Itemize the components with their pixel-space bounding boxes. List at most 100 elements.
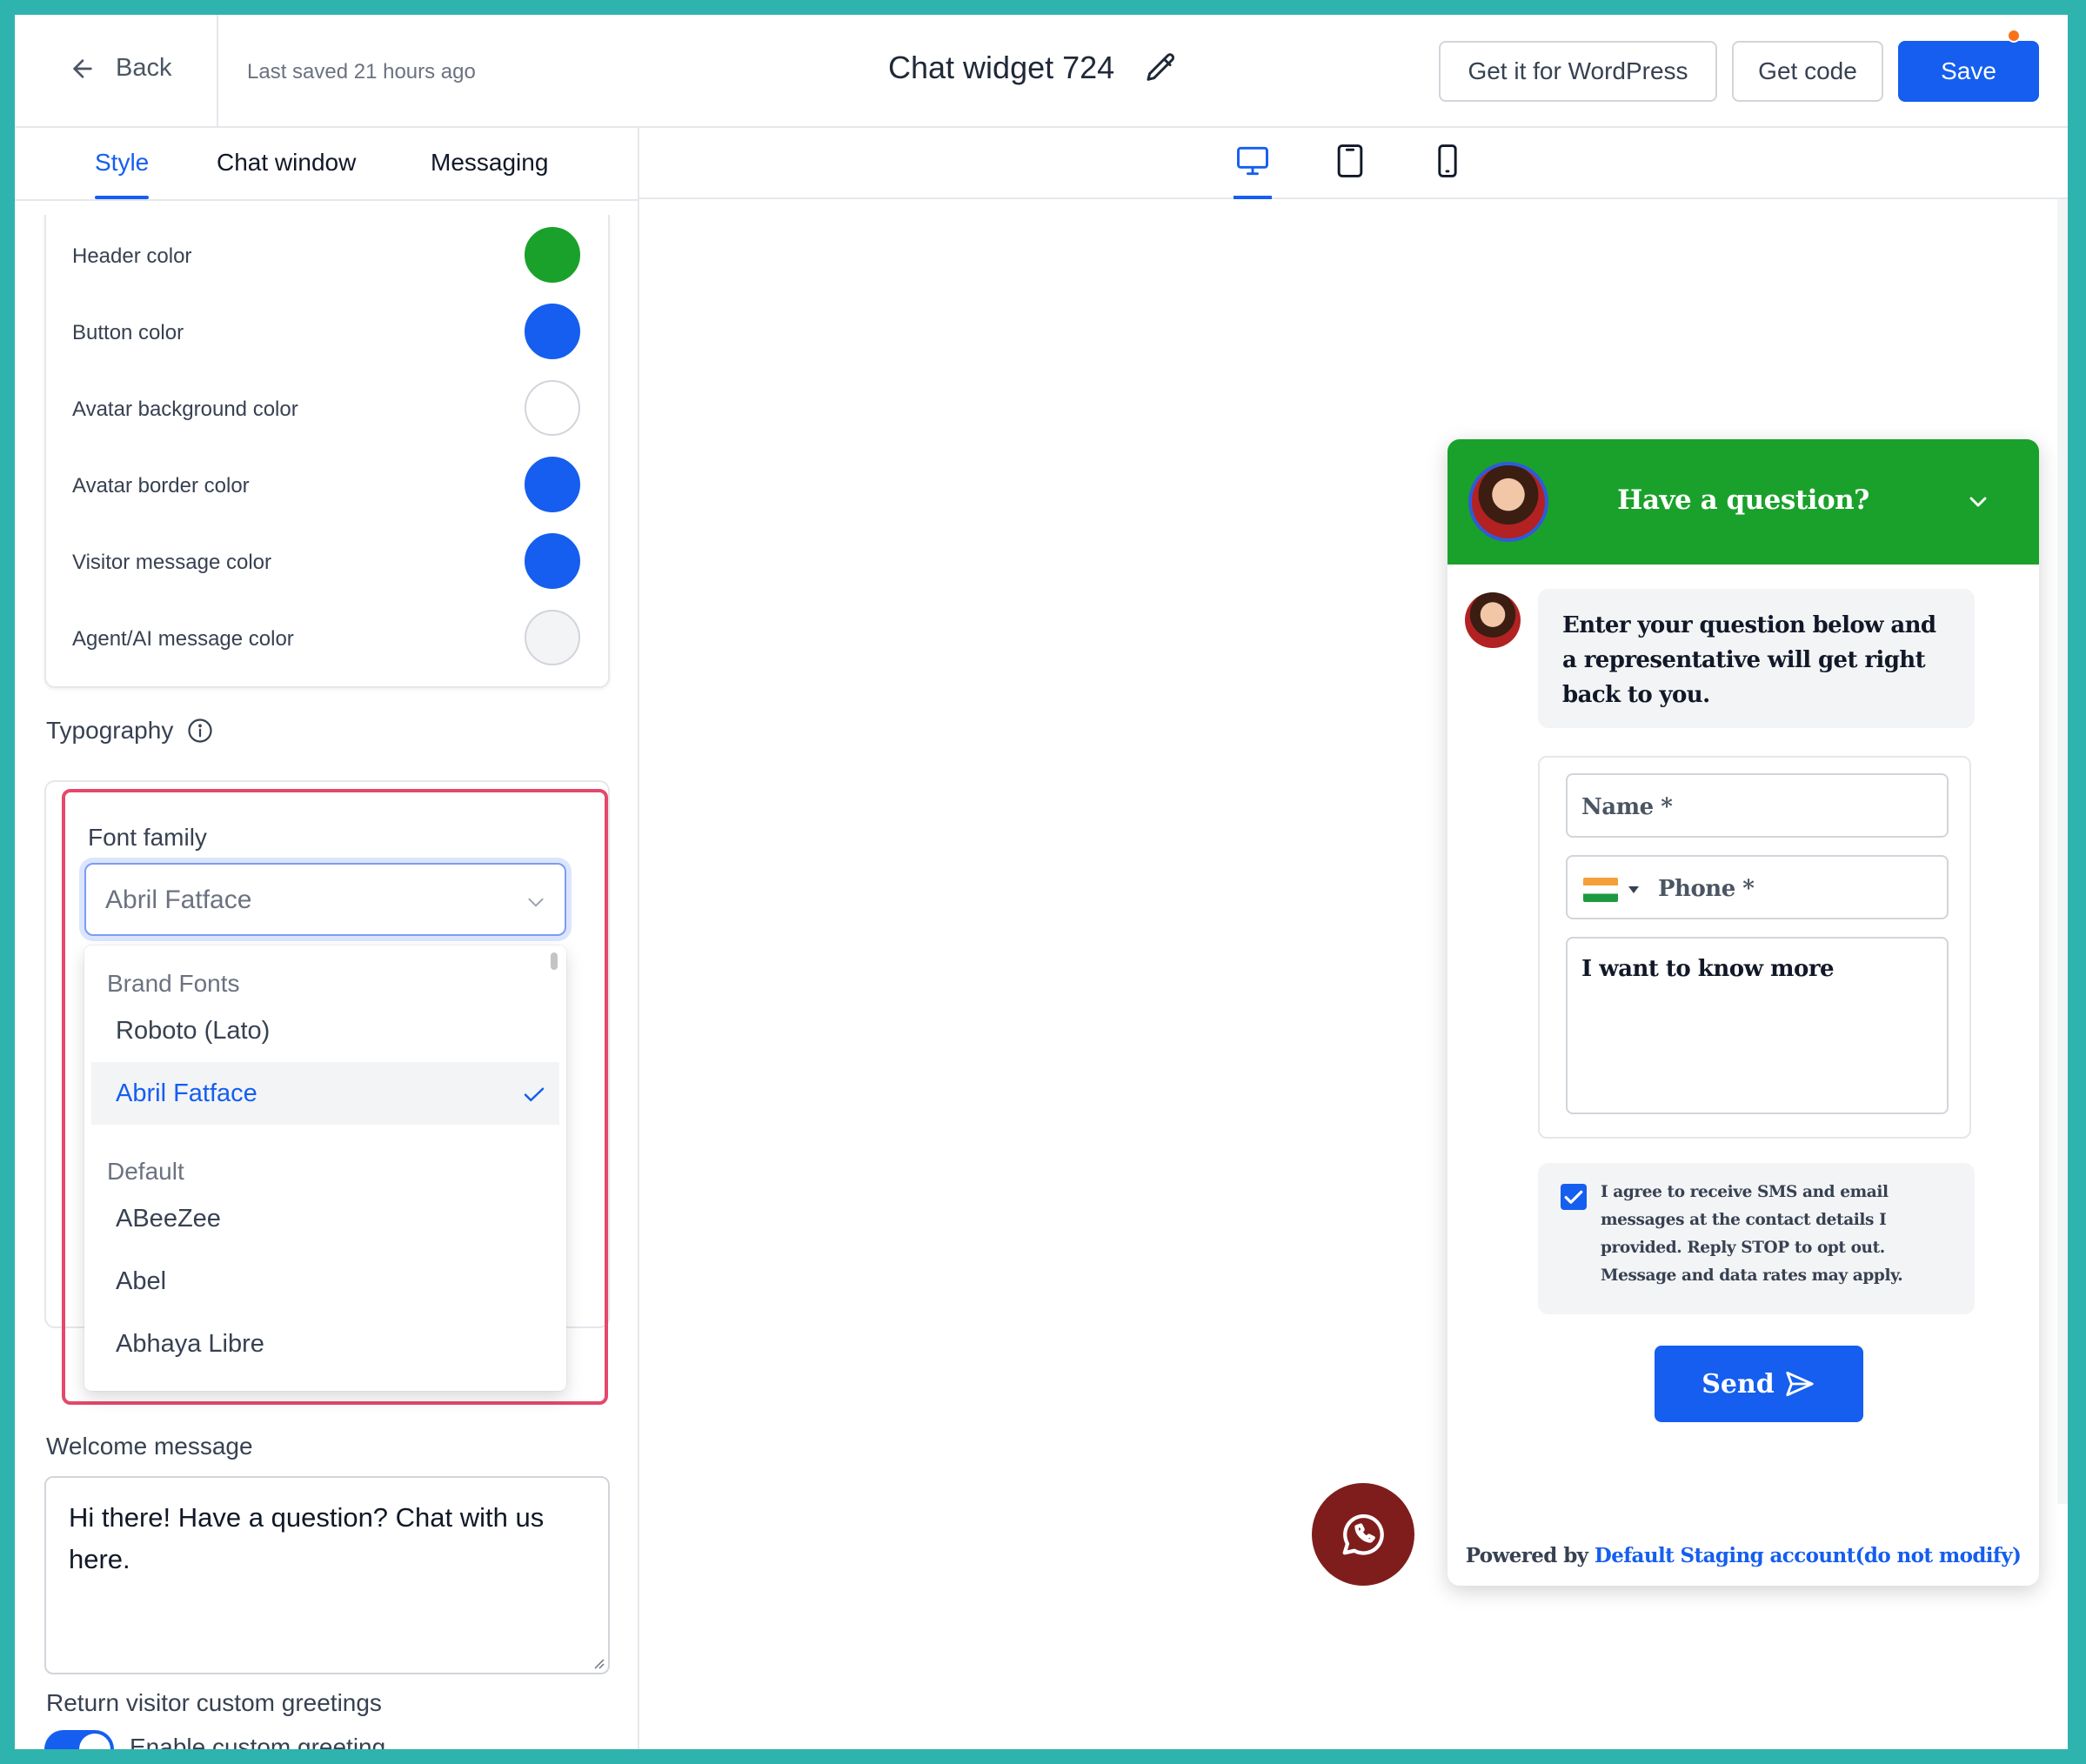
name-placeholder: Name * <box>1581 794 1673 820</box>
dropdown-group-default: Default <box>107 1158 184 1185</box>
tab-style[interactable]: Style <box>95 149 150 199</box>
back-label: Back <box>116 54 172 82</box>
dropdown-scrollbar[interactable] <box>551 952 558 970</box>
powered-by-text: Powered by <box>1465 1544 1588 1567</box>
avatar-border-color-label: Avatar border color <box>72 474 250 498</box>
welcome-message-textarea[interactable]: Hi there! Have a question? Chat with us … <box>44 1476 610 1674</box>
device-switcher <box>639 128 2068 199</box>
get-code-button[interactable]: Get code <box>1732 41 1883 102</box>
mobile-icon <box>1438 144 1457 177</box>
pencil-edit-icon[interactable] <box>1144 50 1179 85</box>
phone-placeholder: Phone * <box>1658 876 1755 902</box>
avatar-border-color-swatch[interactable] <box>525 457 580 512</box>
intro-message-bubble: Enter your question below and a represen… <box>1538 589 1975 728</box>
font-option-label: Abel <box>116 1267 167 1295</box>
widget-header-title: Have a question? <box>1617 484 1869 516</box>
caret-down-icon[interactable] <box>1628 886 1639 893</box>
font-option-abel[interactable]: Abel <box>91 1250 559 1313</box>
agent-message-color-swatch[interactable] <box>525 610 580 665</box>
button-color-swatch[interactable] <box>525 304 580 359</box>
get-it-for-wordpress-button[interactable]: Get it for WordPress <box>1439 41 1717 102</box>
consent-text: I agree to receive SMS and email message… <box>1601 1183 1903 1285</box>
send-icon <box>1786 1371 1814 1397</box>
font-option-roboto-lato[interactable]: Roboto (Lato) <box>91 999 559 1062</box>
tablet-icon <box>1337 144 1363 177</box>
whatsapp-icon <box>1342 1513 1384 1555</box>
typography-heading: Typography <box>46 717 213 745</box>
settings-panel: Style Chat window Messaging Header color… <box>15 128 639 1749</box>
agent-message-color-label: Agent/AI message color <box>72 627 294 651</box>
preview-scrollbar[interactable] <box>2057 199 2068 1504</box>
tab-messaging[interactable]: Messaging <box>431 149 548 177</box>
font-option-label: Abril Fatface <box>116 1079 257 1107</box>
widget-header: Have a question? <box>1447 439 2039 565</box>
return-visitor-greetings-label: Return visitor custom greetings <box>46 1689 382 1716</box>
tab-chat-window[interactable]: Chat window <box>217 149 356 177</box>
india-flag-icon[interactable] <box>1583 878 1618 902</box>
chevron-down-icon <box>528 898 544 907</box>
font-family-selected-value: Abril Fatface <box>105 885 252 914</box>
avatar-border-color-row: Avatar border color <box>72 457 594 512</box>
avatar-background-color-label: Avatar background color <box>72 398 298 421</box>
font-family-select[interactable]: Abril Fatface <box>84 863 566 936</box>
custom-greeting-toggle[interactable] <box>44 1730 114 1749</box>
contact-form: Name * Phone * I want to know more <box>1538 756 1971 1139</box>
info-icon[interactable] <box>187 718 213 744</box>
font-family-dropdown: Brand Fonts Roboto (Lato) Abril Fatface … <box>84 945 566 1391</box>
widget-title-area: Chat widget 724 <box>888 50 1179 86</box>
desktop-preview-button[interactable] <box>1234 142 1272 199</box>
unsaved-indicator-dot <box>2007 29 2021 43</box>
consent-checkbox[interactable] <box>1561 1184 1587 1210</box>
font-family-label: Font family <box>88 824 207 851</box>
save-button[interactable]: Save <box>1898 41 2039 102</box>
message-avatar <box>1465 592 1521 648</box>
toggle-knob <box>79 1734 110 1749</box>
button-color-label: Button color <box>72 321 184 344</box>
header-color-label: Header color <box>72 244 192 268</box>
send-button[interactable]: Send <box>1655 1346 1863 1422</box>
font-option-abhaya-libre[interactable]: Abhaya Libre <box>91 1313 559 1375</box>
font-option-abril-fatface[interactable]: Abril Fatface <box>91 1062 559 1125</box>
color-settings-card: Header color Button color Avatar backgro… <box>44 215 610 688</box>
font-option-abeezee[interactable]: ABeeZee <box>91 1187 559 1250</box>
last-saved-text: Last saved 21 hours ago <box>247 60 476 84</box>
whatsapp-launcher-button[interactable] <box>1312 1483 1414 1586</box>
dropdown-group-brand-fonts: Brand Fonts <box>107 970 240 997</box>
visitor-message-color-label: Visitor message color <box>72 551 271 574</box>
visitor-message-color-row: Visitor message color <box>72 533 594 589</box>
top-bar: Back Last saved 21 hours ago Chat widget… <box>15 15 2068 128</box>
agent-message-color-row: Agent/AI message color <box>72 610 594 665</box>
welcome-message-label: Welcome message <box>46 1433 253 1460</box>
button-color-row: Button color <box>72 304 594 359</box>
back-button[interactable]: Back <box>69 54 171 83</box>
powered-by-link[interactable]: Default Staging account(do not modify) <box>1595 1544 2022 1567</box>
font-option-label: Abhaya Libre <box>116 1330 264 1358</box>
arrow-left-icon <box>73 58 92 78</box>
header-color-row: Header color <box>72 227 594 283</box>
desktop-icon <box>1237 146 1268 176</box>
name-input[interactable]: Name * <box>1566 773 1949 838</box>
send-label: Send <box>1702 1368 1775 1400</box>
powered-by: Powered by Default Staging account(do no… <box>1447 1544 2039 1567</box>
page-title: Chat widget 724 <box>888 50 1115 85</box>
font-option-label: ABeeZee <box>116 1205 221 1233</box>
chevron-down-icon[interactable] <box>1964 488 1992 516</box>
divider <box>217 15 218 128</box>
avatar-background-color-row: Avatar background color <box>72 380 594 436</box>
consent-box: I agree to receive SMS and email message… <box>1538 1163 1975 1314</box>
checkmark-icon <box>524 1087 545 1102</box>
chat-widget-preview: Have a question? Enter your question bel… <box>1447 439 2039 1586</box>
settings-tabs: Style Chat window Messaging <box>15 128 638 201</box>
app-window: Back Last saved 21 hours ago Chat widget… <box>15 15 2068 1749</box>
resize-handle-icon[interactable] <box>592 1657 605 1669</box>
visitor-message-color-swatch[interactable] <box>525 533 580 589</box>
checkmark-icon <box>1564 1190 1583 1204</box>
phone-input[interactable]: Phone * <box>1566 855 1949 919</box>
header-color-swatch[interactable] <box>525 227 580 283</box>
message-textarea[interactable]: I want to know more <box>1566 937 1949 1114</box>
typography-label: Typography <box>46 717 174 744</box>
tablet-preview-button[interactable] <box>1331 142 1369 180</box>
custom-greeting-toggle-label: Enable custom greeting <box>130 1734 386 1749</box>
avatar-background-color-swatch[interactable] <box>525 380 580 436</box>
mobile-preview-button[interactable] <box>1428 142 1467 180</box>
